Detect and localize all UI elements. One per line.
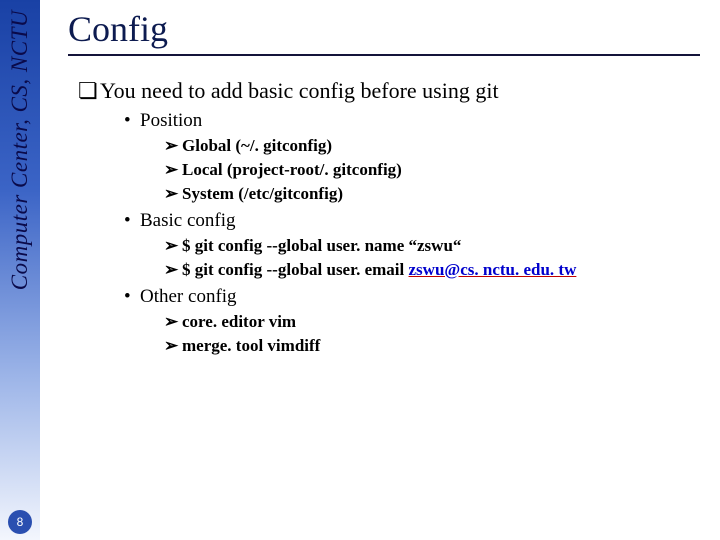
bullet-text: Local (project-root/. gitconfig) <box>182 160 402 179</box>
arrow-icon: ➢ <box>164 312 182 332</box>
title-rule <box>68 54 700 56</box>
arrow-icon: ➢ <box>164 136 182 156</box>
bullet-text: Position <box>140 110 202 131</box>
bullet-text: Basic config <box>140 210 236 231</box>
bullet-l1-intro: ❏You need to add basic config before usi… <box>78 78 700 104</box>
bullet-l3-username: ➢$ git config --global user. name “zswu“ <box>164 236 700 256</box>
bullet-l2-other: •Other config <box>124 286 700 308</box>
bullet-l3-global: ➢Global (~/. gitconfig) <box>164 136 700 156</box>
slide-title: Config <box>68 8 700 50</box>
bullet-l3-editor: ➢core. editor vim <box>164 312 700 332</box>
bullet-l2-position: •Position <box>124 110 700 132</box>
bullet-text: System (/etc/gitconfig) <box>182 184 343 203</box>
bullet-l3-useremail: ➢$ git config --global user. email zswu@… <box>164 260 700 280</box>
bullet-l3-mergetool: ➢merge. tool vimdiff <box>164 336 700 356</box>
bullet-text: core. editor vim <box>182 312 296 331</box>
content-area: Config ❏You need to add basic config bef… <box>68 8 700 358</box>
page-number-container: 8 <box>0 504 40 540</box>
arrow-icon: ➢ <box>164 184 182 204</box>
dot-icon: • <box>124 286 140 308</box>
bullet-l2-basic: •Basic config <box>124 210 700 232</box>
bullet-text: Global (~/. gitconfig) <box>182 136 332 155</box>
page-number-badge: 8 <box>8 510 32 534</box>
arrow-icon: ➢ <box>164 236 182 256</box>
bullet-text: Other config <box>140 286 237 307</box>
checkbox-icon: ❏ <box>78 78 100 104</box>
arrow-icon: ➢ <box>164 260 182 280</box>
bullet-text: $ git config --global user. name “zswu“ <box>182 236 461 255</box>
bullet-l3-system: ➢System (/etc/gitconfig) <box>164 184 700 204</box>
slide: Computer Center, CS, NCTU 8 Config ❏You … <box>0 0 720 540</box>
bullet-text: You need to add basic config before usin… <box>100 78 499 103</box>
arrow-icon: ➢ <box>164 336 182 356</box>
arrow-icon: ➢ <box>164 160 182 180</box>
bullet-text: merge. tool vimdiff <box>182 336 320 355</box>
bullet-l3-local: ➢Local (project-root/. gitconfig) <box>164 160 700 180</box>
bullet-text: $ git config --global user. email <box>182 260 409 279</box>
dot-icon: • <box>124 210 140 232</box>
dot-icon: • <box>124 110 140 132</box>
email-link[interactable]: zswu@cs. nctu. edu. tw <box>409 260 577 279</box>
side-affiliation-text: Computer Center, CS, NCTU <box>0 10 40 290</box>
